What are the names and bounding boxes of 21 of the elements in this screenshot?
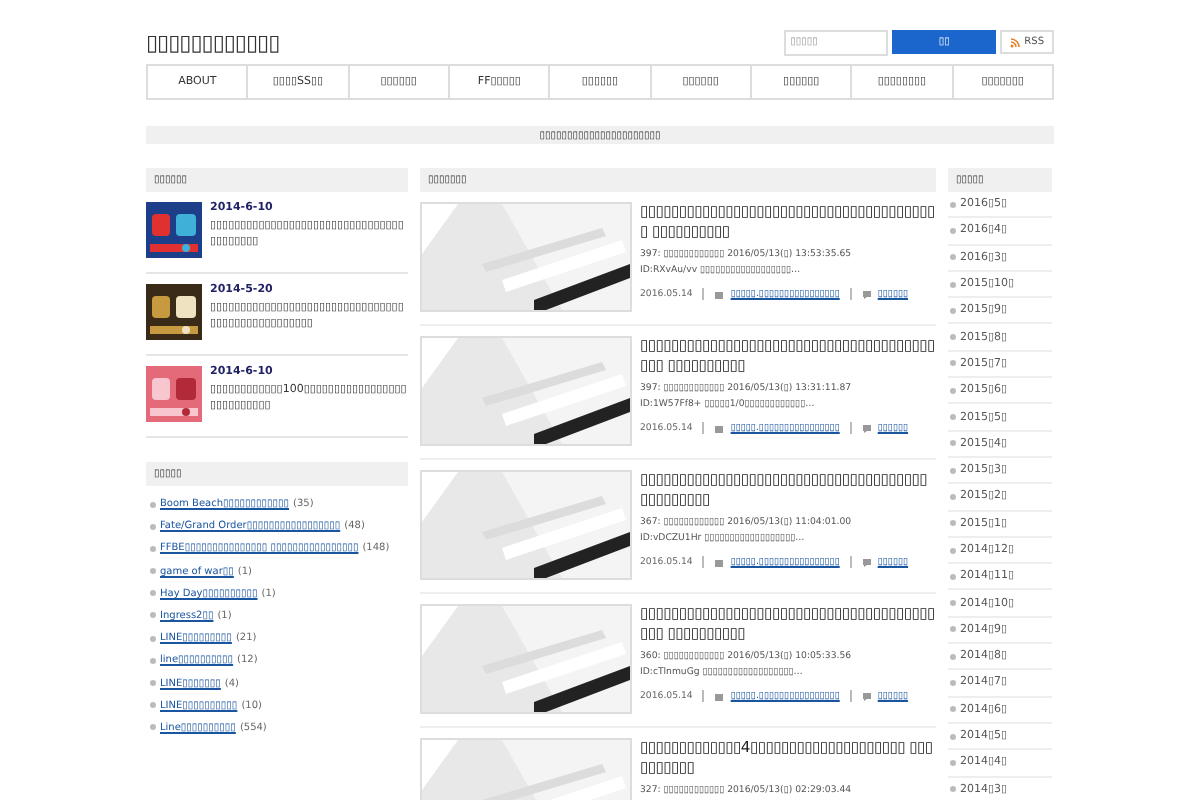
folder-icon bbox=[714, 289, 725, 299]
comment-icon bbox=[861, 289, 872, 299]
bullet-icon bbox=[150, 523, 156, 530]
comment-icon bbox=[861, 557, 872, 567]
folder-icon bbox=[714, 557, 725, 567]
bullet-icon bbox=[150, 680, 156, 686]
folder-icon bbox=[714, 691, 725, 701]
bullet-icon bbox=[150, 657, 156, 664]
comment-icon bbox=[861, 423, 872, 433]
bullet-icon bbox=[150, 568, 156, 575]
bullet-icon bbox=[150, 635, 156, 642]
site-title[interactable]: ▯▯▯▯▯▯▯▯▯▯▯▯ bbox=[146, 29, 280, 55]
comment-icon bbox=[861, 691, 872, 701]
bullet-icon bbox=[150, 702, 156, 709]
folder-icon bbox=[714, 423, 725, 433]
bullet-icon bbox=[150, 501, 156, 507]
bullet-icon bbox=[150, 612, 156, 619]
bullet-icon bbox=[150, 724, 156, 731]
bullet-icon bbox=[150, 590, 156, 597]
rss-icon bbox=[1010, 37, 1021, 47]
bullet-icon bbox=[150, 545, 156, 552]
